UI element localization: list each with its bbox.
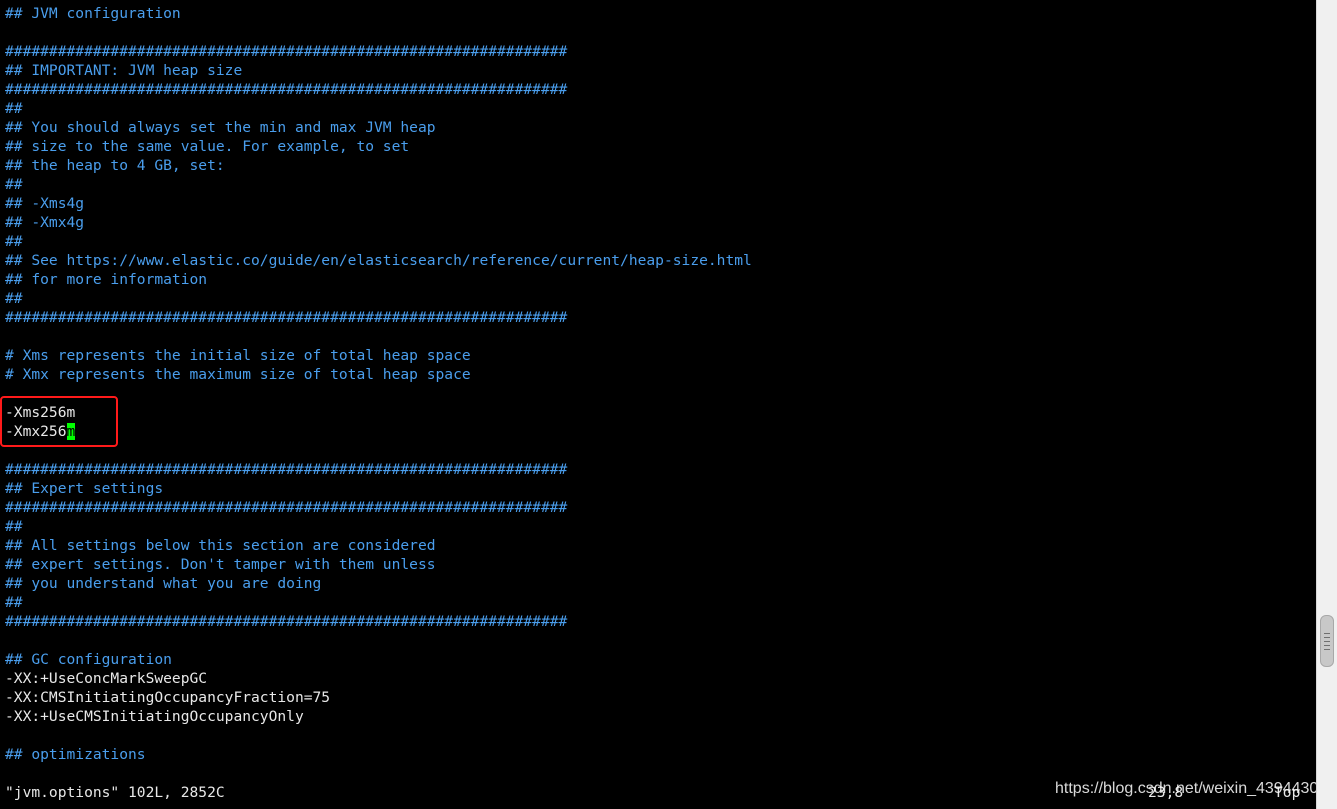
editor-line-text: ########################################… bbox=[5, 461, 568, 478]
editor-line-text: ## GC configuration bbox=[5, 651, 172, 668]
editor-line: ########################################… bbox=[5, 308, 567, 327]
editor-line-text: ## -Xmx4g bbox=[5, 214, 85, 231]
scrollbar-thumb[interactable] bbox=[1320, 615, 1334, 667]
grip-line bbox=[1324, 645, 1330, 646]
editor-line: ## bbox=[5, 232, 23, 251]
editor-line: ## optimizations bbox=[5, 745, 146, 764]
editor-line: ## bbox=[5, 517, 23, 536]
editor-line: ## You should always set the min and max… bbox=[5, 118, 436, 137]
editor-line: # Xmx represents the maximum size of tot… bbox=[5, 365, 471, 384]
editor-line-text: ## JVM configuration bbox=[5, 5, 181, 22]
editor-line-text: ## bbox=[5, 176, 23, 193]
editor-line-text: ## bbox=[5, 518, 23, 535]
editor-line-text: ## size to the same value. For example, … bbox=[5, 138, 410, 155]
editor-line: ########################################… bbox=[5, 460, 567, 479]
editor-line: -XX:+UseCMSInitiatingOccupancyOnly bbox=[5, 707, 304, 726]
editor-line: ## GC configuration bbox=[5, 650, 172, 669]
editor-line-text: ## expert settings. Don't tamper with th… bbox=[5, 556, 436, 573]
editor-line: ## bbox=[5, 289, 23, 308]
editor-line-text: -XX:+UseConcMarkSweepGC bbox=[5, 670, 208, 687]
editor-line: ## size to the same value. For example, … bbox=[5, 137, 409, 156]
editor-line-text: ## All settings below this section are c… bbox=[5, 537, 436, 554]
editor-line: ## bbox=[5, 593, 23, 612]
editor-line-text: ## the heap to 4 GB, set: bbox=[5, 157, 225, 174]
editor-line: ## bbox=[5, 99, 23, 118]
editor-line: ########################################… bbox=[5, 612, 567, 631]
file-info-message: "jvm.options" 102L, 2852C bbox=[5, 784, 225, 801]
editor-line: ########################################… bbox=[5, 42, 567, 61]
editor-line-text: ## IMPORTANT: JVM heap size bbox=[5, 62, 243, 79]
watermark: https://blog.csdn.net/weixin_43944305 bbox=[1055, 780, 1316, 797]
editor-line-text: -XX:+UseCMSInitiatingOccupancyOnly bbox=[5, 708, 304, 725]
editor-line-text: ## you understand what you are doing bbox=[5, 575, 322, 592]
editor-line: ## you understand what you are doing bbox=[5, 574, 321, 593]
editor-line-text: ## optimizations bbox=[5, 746, 146, 763]
editor-line: ## JVM configuration bbox=[5, 4, 181, 23]
terminal-editor[interactable]: ## JVM configuration ####################… bbox=[0, 0, 1316, 809]
grip-line bbox=[1324, 633, 1330, 634]
grip-line bbox=[1324, 649, 1330, 650]
editor-line-text: -XX:CMSInitiatingOccupancyFraction=75 bbox=[5, 689, 331, 706]
editor-line-text: # Xmx represents the maximum size of tot… bbox=[5, 366, 471, 383]
editor-line: ## Expert settings bbox=[5, 479, 163, 498]
editor-line: ## -Xmx4g bbox=[5, 213, 84, 232]
editor-line: -XX:CMSInitiatingOccupancyFraction=75 bbox=[5, 688, 330, 707]
editor-line-text: ## for more information bbox=[5, 271, 208, 288]
editor-line-text: # Xms represents the initial size of tot… bbox=[5, 347, 471, 364]
editor-line: # Xms represents the initial size of tot… bbox=[5, 346, 471, 365]
editor-line: ########################################… bbox=[5, 80, 567, 99]
editor-line-text: ## bbox=[5, 290, 23, 307]
editor-line-text: ########################################… bbox=[5, 43, 568, 60]
editor-line: ## IMPORTANT: JVM heap size bbox=[5, 61, 242, 80]
editor-line-text: ## Expert settings bbox=[5, 480, 164, 497]
editor-line-text: ## bbox=[5, 100, 23, 117]
editor-line-text: ########################################… bbox=[5, 309, 568, 326]
editor-line: ## See https://www.elastic.co/guide/en/e… bbox=[5, 251, 752, 270]
editor-line-text: ########################################… bbox=[5, 81, 568, 98]
editor-line-text: ########################################… bbox=[5, 613, 568, 630]
editor-line: ## expert settings. Don't tamper with th… bbox=[5, 555, 436, 574]
editor-line: ## bbox=[5, 175, 23, 194]
editor-line: -XX:+UseConcMarkSweepGC bbox=[5, 669, 207, 688]
editor-line: ## for more information bbox=[5, 270, 207, 289]
editor-line: ########################################… bbox=[5, 498, 567, 517]
editor-line: ## All settings below this section are c… bbox=[5, 536, 436, 555]
annotation-highlight-box bbox=[0, 396, 118, 447]
grip-line bbox=[1324, 637, 1330, 638]
editor-line-text: ## See https://www.elastic.co/guide/en/e… bbox=[5, 252, 752, 269]
editor-line-text: ########################################… bbox=[5, 499, 568, 516]
editor-line-text: ## -Xms4g bbox=[5, 195, 85, 212]
editor-line-text: ## bbox=[5, 594, 23, 611]
editor-line-text: ## You should always set the min and max… bbox=[5, 119, 436, 136]
editor-line: ## the heap to 4 GB, set: bbox=[5, 156, 225, 175]
editor-line: ## -Xms4g bbox=[5, 194, 84, 213]
vertical-scrollbar[interactable] bbox=[1316, 0, 1337, 809]
editor-line-text: ## bbox=[5, 233, 23, 250]
grip-line bbox=[1324, 641, 1330, 642]
